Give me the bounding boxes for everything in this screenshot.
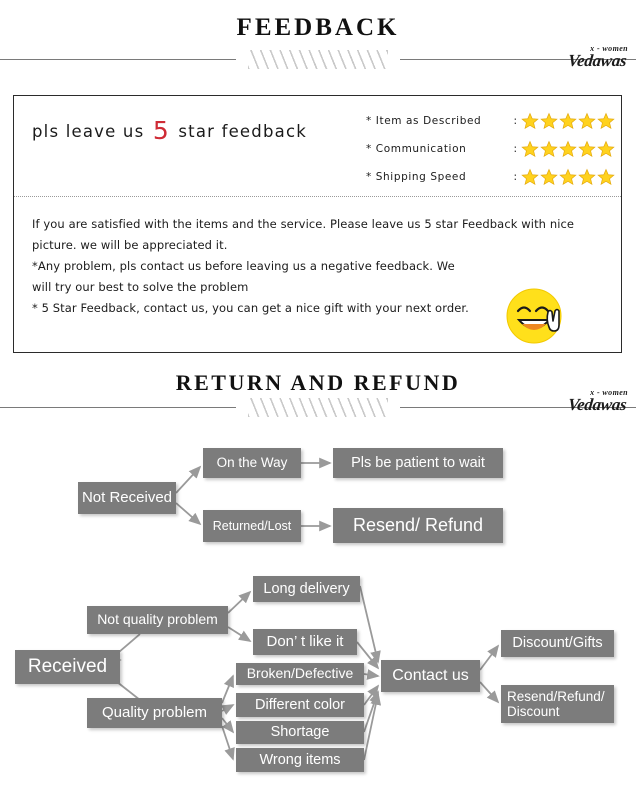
product-description-page: FEEDBACK x - women Vedawas pls leave us … xyxy=(0,0,636,800)
flow-node-pls-be-patient[interactable]: Pls be patient to wait xyxy=(333,448,503,478)
flow-node-not-quality-problem[interactable]: Not quality problem xyxy=(87,606,228,634)
flow-node-different-color[interactable]: Different color xyxy=(236,693,364,717)
flow-node-long-delivery[interactable]: Long delivery xyxy=(253,576,360,602)
flow-node-broken-defective[interactable]: Broken/Defective xyxy=(236,663,364,685)
flow-node-received[interactable]: Received xyxy=(15,650,120,684)
flow-node-contact-us[interactable]: Contact us xyxy=(381,660,480,692)
flow-node-quality-problem[interactable]: Quality problem xyxy=(87,698,222,728)
flow-node-resend-refund-discount[interactable]: Resend/Refund/ Discount xyxy=(501,685,614,723)
flow-node-resend-refund[interactable]: Resend/ Refund xyxy=(333,508,503,543)
flow-node-returned-lost[interactable]: Returned/Lost xyxy=(203,510,301,542)
flow-node-not-received[interactable]: Not Received xyxy=(78,482,176,514)
flow-node-on-the-way[interactable]: On the Way xyxy=(203,448,301,478)
flow-node-discount-gifts[interactable]: Discount/Gifts xyxy=(501,630,614,657)
flow-node-wrong-items[interactable]: Wrong items xyxy=(236,748,364,772)
flow-node-shortage[interactable]: Shortage xyxy=(236,721,364,744)
flow-node-dont-like-it[interactable]: Don’ t like it xyxy=(253,629,357,655)
